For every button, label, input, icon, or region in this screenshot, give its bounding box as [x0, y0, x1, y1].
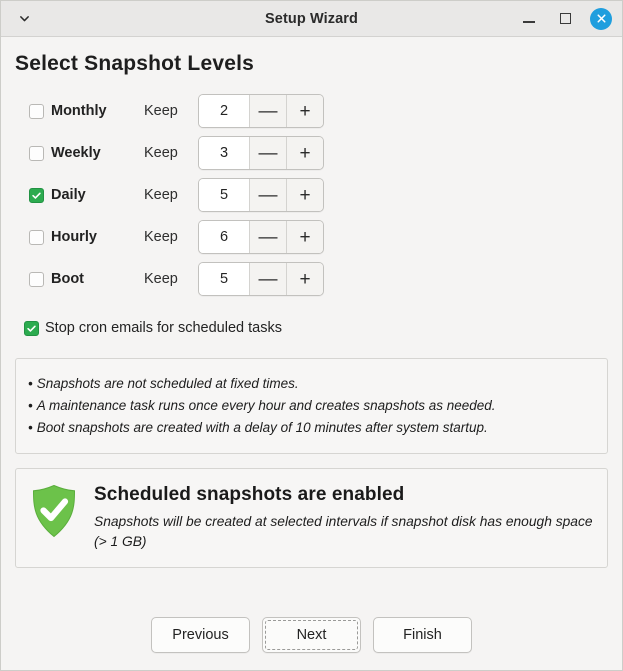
decrement-button[interactable]: — — [250, 221, 287, 253]
level-checkbox-weekly[interactable]: Weekly — [15, 145, 144, 161]
checkbox-box — [29, 271, 44, 287]
checkbox-box — [29, 103, 44, 119]
increment-button[interactable]: + — [287, 179, 323, 211]
checkbox-box — [29, 187, 44, 203]
info-line: • Boot snapshots are created with a delay… — [28, 417, 595, 439]
next-button[interactable]: Next — [262, 617, 361, 653]
window-controls — [518, 7, 622, 30]
level-checkbox-boot[interactable]: Boot — [15, 271, 144, 287]
info-line-text: Boot snapshots are created with a delay … — [36, 420, 488, 435]
minimize-button[interactable] — [518, 8, 540, 30]
info-line-text: Snapshots are not scheduled at fixed tim… — [36, 376, 299, 391]
keep-value[interactable]: 3 — [199, 137, 250, 169]
snapshot-levels-list: Monthly Keep 2 — + Weekly Keep 3 — + Dai… — [15, 90, 608, 300]
bullet-glyph: • — [28, 398, 33, 413]
level-label: Boot — [51, 271, 85, 287]
stop-cron-emails-checkbox[interactable]: Stop cron emails for scheduled tasks — [15, 320, 608, 336]
increment-button[interactable]: + — [287, 137, 323, 169]
keep-label: Keep — [144, 229, 178, 245]
shield-check-icon — [32, 484, 76, 538]
decrement-button[interactable]: — — [250, 263, 287, 295]
keep-value[interactable]: 6 — [199, 221, 250, 253]
check-icon — [32, 192, 41, 199]
level-label: Hourly — [51, 229, 97, 245]
level-checkbox-hourly[interactable]: Hourly — [15, 229, 144, 245]
keep-spinner-monthly: 2 — + — [198, 94, 324, 128]
level-row-hourly: Hourly Keep 6 — + — [15, 216, 608, 258]
stop-cron-emails-label: Stop cron emails for scheduled tasks — [45, 320, 282, 336]
close-button[interactable] — [590, 7, 612, 30]
increment-button[interactable]: + — [287, 263, 323, 295]
keep-label: Keep — [144, 103, 178, 119]
decrement-button[interactable]: — — [250, 137, 287, 169]
checkbox-box — [29, 229, 44, 245]
keep-value[interactable]: 2 — [199, 95, 250, 127]
status-text-block: Scheduled snapshots are enabled Snapshot… — [94, 482, 593, 552]
level-checkbox-monthly[interactable]: Monthly — [15, 103, 144, 119]
maximize-icon — [559, 13, 571, 24]
maximize-button[interactable] — [554, 8, 576, 30]
status-title: Scheduled snapshots are enabled — [94, 484, 405, 505]
info-line: • Snapshots are not scheduled at fixed ti… — [28, 373, 595, 395]
checkbox-box — [24, 320, 39, 336]
bullet-glyph: • — [28, 376, 33, 391]
level-row-weekly: Weekly Keep 3 — + — [15, 132, 608, 174]
increment-button[interactable]: + — [287, 221, 323, 253]
increment-button[interactable]: + — [287, 95, 323, 127]
keep-value[interactable]: 5 — [199, 179, 250, 211]
bullet-glyph: • — [28, 420, 33, 435]
status-box: Scheduled snapshots are enabled Snapshot… — [15, 468, 608, 568]
keep-value[interactable]: 5 — [199, 263, 250, 295]
level-row-monthly: Monthly Keep 2 — + — [15, 90, 608, 132]
level-row-daily: Daily Keep 5 — + — [15, 174, 608, 216]
info-box: • Snapshots are not scheduled at fixed ti… — [15, 358, 608, 454]
keep-spinner-boot: 5 — + — [198, 262, 324, 296]
info-line-text: A maintenance task runs once every hour … — [36, 398, 496, 413]
finish-button[interactable]: Finish — [373, 617, 472, 653]
level-label: Weekly — [51, 145, 101, 161]
keep-spinner-hourly: 6 — + — [198, 220, 324, 254]
wizard-footer: Previous Next Finish — [1, 617, 622, 670]
status-subtitle: Snapshots will be created at selected in… — [94, 514, 593, 549]
keep-spinner-daily: 5 — + — [198, 178, 324, 212]
level-label: Monthly — [51, 103, 107, 119]
previous-button[interactable]: Previous — [151, 617, 250, 653]
decrement-button[interactable]: — — [250, 95, 287, 127]
check-icon — [27, 325, 36, 332]
window-menu-button[interactable] — [1, 12, 47, 25]
keep-label: Keep — [144, 145, 178, 161]
keep-spinner-weekly: 3 — + — [198, 136, 324, 170]
level-checkbox-daily[interactable]: Daily — [15, 187, 144, 203]
keep-label: Keep — [144, 187, 178, 203]
checkbox-box — [29, 145, 44, 161]
level-label: Daily — [51, 187, 86, 203]
page-title: Select Snapshot Levels — [15, 52, 254, 75]
chevron-down-icon — [19, 16, 29, 22]
title-bar: Setup Wizard — [1, 1, 622, 37]
level-row-boot: Boot Keep 5 — + — [15, 258, 608, 300]
setup-wizard-window: Setup Wizard Select Snapshot Levels Mont… — [0, 0, 623, 671]
wizard-content: Select Snapshot Levels Monthly Keep 2 — … — [1, 37, 622, 617]
keep-label: Keep — [144, 271, 178, 287]
minimize-icon — [523, 20, 535, 23]
decrement-button[interactable]: — — [250, 179, 287, 211]
info-line: • A maintenance task runs once every hour… — [28, 395, 595, 417]
close-icon — [596, 14, 606, 23]
